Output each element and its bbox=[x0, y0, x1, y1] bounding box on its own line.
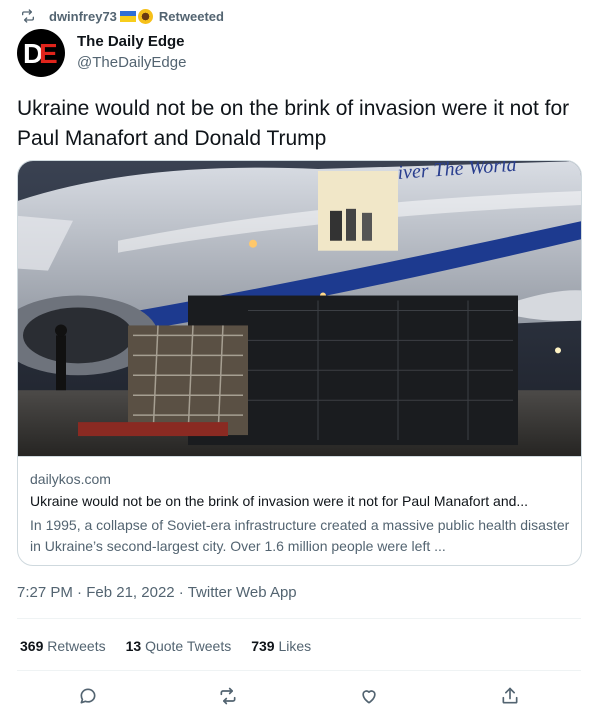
card-description: In 1995, a collapse of Soviet-era infras… bbox=[30, 517, 570, 554]
author-handle[interactable]: @TheDailyEdge bbox=[77, 54, 186, 71]
share-icon bbox=[502, 687, 518, 704]
tweet-stats: 369 Retweets 13 Quote Tweets 739 Likes bbox=[20, 638, 331, 654]
retweeter-name[interactable]: dwinfrey73 bbox=[49, 9, 117, 24]
reply-button[interactable] bbox=[76, 684, 100, 708]
retweets-stat[interactable]: 369 Retweets bbox=[20, 638, 106, 654]
share-button[interactable] bbox=[498, 684, 522, 708]
avatar-letter-e: E bbox=[39, 38, 58, 69]
tweet-actions bbox=[0, 684, 598, 708]
card-domain: dailykos.com bbox=[30, 471, 111, 487]
retweets-count: 369 bbox=[20, 638, 44, 654]
likes-label: Likes bbox=[278, 638, 312, 654]
like-button[interactable] bbox=[357, 684, 381, 708]
quotes-label: Quote Tweets bbox=[145, 638, 232, 654]
card-title[interactable]: Ukraine would not be on the brink of inv… bbox=[30, 493, 570, 513]
retweet-context: dwinfrey73 Retweeted bbox=[20, 6, 224, 26]
tweet-text: Ukraine would not be on the brink of inv… bbox=[17, 97, 570, 150]
link-card[interactable]: iver The World dailykos.com Ukraine woul… bbox=[17, 160, 582, 566]
divider-top bbox=[17, 618, 581, 619]
retweeted-label: Retweeted bbox=[158, 8, 224, 24]
likes-count: 739 bbox=[251, 638, 275, 654]
reply-icon bbox=[80, 688, 96, 704]
divider-bottom bbox=[17, 670, 581, 671]
quote-tweets-stat[interactable]: 13 Quote Tweets bbox=[126, 638, 232, 654]
ukraine-flag-icon bbox=[119, 10, 136, 22]
quotes-count: 13 bbox=[125, 638, 142, 654]
author-display-name[interactable]: The Daily Edge bbox=[77, 33, 185, 50]
timestamp-separator: · bbox=[77, 584, 83, 601]
sunflower-icon bbox=[137, 8, 153, 24]
retweet-icon bbox=[220, 687, 236, 705]
source-separator: · bbox=[178, 584, 184, 601]
tweet-time[interactable]: 7:27 PM bbox=[17, 584, 73, 601]
avatar[interactable]: D E bbox=[17, 29, 65, 77]
card-image[interactable]: iver The World bbox=[18, 161, 582, 457]
likes-stat[interactable]: 739 Likes bbox=[251, 638, 311, 654]
tweet-timestamp: 7:27 PM · Feb 21, 2022 · Twitter Web App bbox=[17, 584, 297, 601]
tweet-date[interactable]: Feb 21, 2022 bbox=[86, 584, 174, 601]
card-meta: dailykos.com Ukraine would not be on the… bbox=[30, 471, 570, 557]
tweet-source[interactable]: Twitter Web App bbox=[188, 584, 297, 601]
like-icon bbox=[362, 690, 376, 704]
retweets-label: Retweets bbox=[47, 638, 106, 654]
retweet-button[interactable] bbox=[216, 684, 240, 708]
retweet-icon bbox=[22, 9, 34, 23]
